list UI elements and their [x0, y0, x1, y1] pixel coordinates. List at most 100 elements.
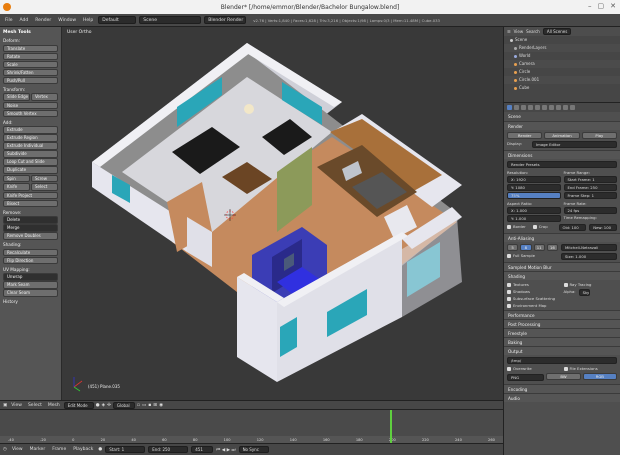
flip-direction-button[interactable]: Flip Direction — [3, 256, 58, 264]
scale-button[interactable]: Scale — [3, 60, 58, 68]
mode-selector[interactable]: Edit Mode — [63, 401, 94, 409]
extrude-individual-button[interactable]: Extrude Individual — [3, 142, 58, 150]
outliner-display-selector[interactable]: All Scenes — [542, 28, 572, 35]
file-ext-checkbox[interactable]: File Extensions — [563, 365, 618, 372]
panel-output[interactable]: Output — [504, 346, 620, 355]
full-sample-checkbox[interactable]: Full Sample — [507, 252, 558, 259]
outliner-menu-search[interactable]: Search — [526, 29, 540, 34]
outliner-editor-icon[interactable]: ☰ — [507, 29, 511, 34]
start-frame-prop[interactable]: Start Frame: 1 — [563, 176, 617, 183]
remove-doubles-button[interactable]: Remove Doubles — [3, 232, 58, 240]
outliner-row-world[interactable]: World — [504, 52, 620, 60]
env-map-checkbox[interactable]: Environment Map — [507, 302, 561, 309]
extrude-region-button[interactable]: Extrude Region — [3, 134, 58, 142]
outliner-row-scene[interactable]: Scene — [504, 36, 620, 44]
panel-baking[interactable]: Baking — [504, 337, 620, 346]
subdivide-button[interactable]: Subdivide — [3, 150, 58, 158]
bisect-button[interactable]: Bisect — [3, 199, 58, 207]
pivot-icon[interactable]: ◈ — [102, 403, 105, 408]
panel-motion-blur[interactable]: Sampled Motion Blur — [504, 262, 620, 271]
start-frame-field[interactable]: Start: 1 — [105, 446, 146, 453]
panel-render[interactable]: Render — [504, 121, 620, 130]
render-presets-selector[interactable]: Render Presets — [507, 161, 617, 168]
shadows-checkbox[interactable]: Shadows — [507, 288, 561, 295]
outliner-row-circle-001[interactable]: Circle.001 — [504, 76, 620, 84]
fps-selector[interactable]: 24 fps — [563, 207, 617, 214]
aspect-y-field[interactable]: Y: 1.000 — [507, 215, 561, 222]
menu-mesh[interactable]: Mesh — [46, 403, 62, 408]
unwrap-dropdown[interactable]: Unwrap — [3, 273, 58, 281]
mark-seam-button[interactable]: Mark Seam — [3, 281, 58, 289]
aspect-x-field[interactable]: X: 1.000 — [507, 207, 561, 214]
aa-samples-16[interactable]: 16 — [546, 244, 558, 251]
panel-encoding[interactable]: Encoding — [504, 384, 620, 393]
menu-select[interactable]: Select — [26, 403, 44, 408]
object-tab-icon[interactable] — [535, 105, 540, 110]
timeline-editor-icon[interactable]: ◷ — [3, 447, 7, 452]
panel-freestyle[interactable]: Freestyle — [504, 328, 620, 337]
overwrite-checkbox[interactable]: Overwrite — [507, 365, 561, 372]
timeline-area[interactable] — [0, 410, 503, 436]
bw-button[interactable]: BW — [546, 373, 581, 380]
current-frame-field[interactable]: 451 — [191, 446, 214, 453]
animation-button[interactable]: Animation — [544, 132, 580, 139]
material-tab-icon[interactable] — [563, 105, 568, 110]
extrude-button[interactable]: Extrude — [3, 126, 58, 134]
play-controls-icon[interactable]: ⏮ ◀ ▶ ⏭ — [216, 447, 235, 453]
aa-size-field[interactable]: Size: 1.000 — [561, 253, 617, 260]
clear-seam-button[interactable]: Clear Seam — [3, 289, 58, 297]
constraints-tab-icon[interactable] — [542, 105, 547, 110]
render-button[interactable]: Render — [507, 132, 543, 139]
loop-cut-slide-button[interactable]: Loop Cut and Slide — [3, 158, 58, 166]
vertex-select-icon[interactable]: ▫ — [137, 403, 140, 408]
smooth-vertex-button[interactable]: Smooth Vertex — [3, 109, 58, 117]
record-icon[interactable]: ● — [98, 447, 102, 452]
tool-shelf-header[interactable]: Mesh Tools — [2, 28, 59, 36]
output-path-field[interactable]: /tmp/ — [507, 357, 617, 364]
textures-checkbox[interactable]: Textures — [507, 281, 561, 288]
modifiers-tab-icon[interactable] — [549, 105, 554, 110]
end-frame-prop[interactable]: End Frame: 250 — [563, 184, 617, 191]
3d-viewport[interactable]: User Ortho (451) Plane.035 — [62, 27, 503, 400]
recalculate-button[interactable]: Recalculate — [3, 248, 58, 256]
vertex-button[interactable]: Vertex — [31, 93, 58, 101]
data-tab-icon[interactable] — [556, 105, 561, 110]
delete-dropdown[interactable]: Delete — [3, 216, 58, 224]
resolution-x-field[interactable]: X: 1920 — [507, 176, 561, 183]
duplicate-button[interactable]: Duplicate — [3, 166, 58, 174]
end-frame-field[interactable]: End: 250 — [148, 446, 189, 453]
world-tab-icon[interactable] — [528, 105, 533, 110]
edge-select-icon[interactable]: ▭ — [142, 403, 146, 408]
menu-playback[interactable]: Playback — [71, 447, 95, 452]
border-checkbox[interactable]: Border — [507, 223, 530, 230]
render-tab-icon[interactable] — [507, 105, 512, 110]
outliner-row-renderlayers[interactable]: RenderLayers — [504, 44, 620, 52]
aa-samples-8[interactable]: 8 — [520, 244, 532, 251]
alpha-selector[interactable]: Sky — [578, 289, 591, 296]
panel-dimensions[interactable]: Dimensions — [504, 150, 620, 159]
outliner-row-cube[interactable]: Cube — [504, 84, 620, 92]
screw-button[interactable]: Screw — [31, 174, 58, 182]
viewport-editor-icon[interactable]: ▣ — [3, 403, 7, 408]
shading-mode-icon[interactable]: ● — [96, 403, 100, 408]
select-button[interactable]: Select — [31, 183, 58, 191]
timeline[interactable]: -40 -20 0 20 40 60 80 100 120 140 160 18… — [0, 409, 503, 443]
render-engine-selector[interactable]: Blender Render — [204, 16, 247, 24]
push-pull-button[interactable]: Push/Pull — [3, 76, 58, 84]
panel-post-processing[interactable]: Post Processing — [504, 319, 620, 328]
minimize-icon[interactable]: – — [588, 2, 592, 10]
snap-icon[interactable]: ⊞ — [153, 403, 157, 408]
ray-tracing-checkbox[interactable]: Ray Tracing — [563, 281, 618, 288]
remap-old-field[interactable]: Old: 100 — [558, 224, 587, 231]
noise-button[interactable]: Noise — [3, 101, 58, 109]
remap-new-field[interactable]: New: 100 — [589, 224, 617, 231]
menu-frame[interactable]: Frame — [50, 447, 68, 452]
sss-checkbox[interactable]: Subsurface Scattering — [507, 295, 561, 302]
menu-marker[interactable]: Marker — [28, 447, 48, 452]
rgb-button[interactable]: RGB — [582, 373, 617, 380]
slide-edge-button[interactable]: Slide Edge — [3, 93, 30, 101]
merge-dropdown[interactable]: Merge — [3, 224, 58, 232]
panel-shading[interactable]: Shading — [504, 271, 620, 280]
scene-tab-icon[interactable] — [521, 105, 526, 110]
layers-tab-icon[interactable] — [514, 105, 519, 110]
